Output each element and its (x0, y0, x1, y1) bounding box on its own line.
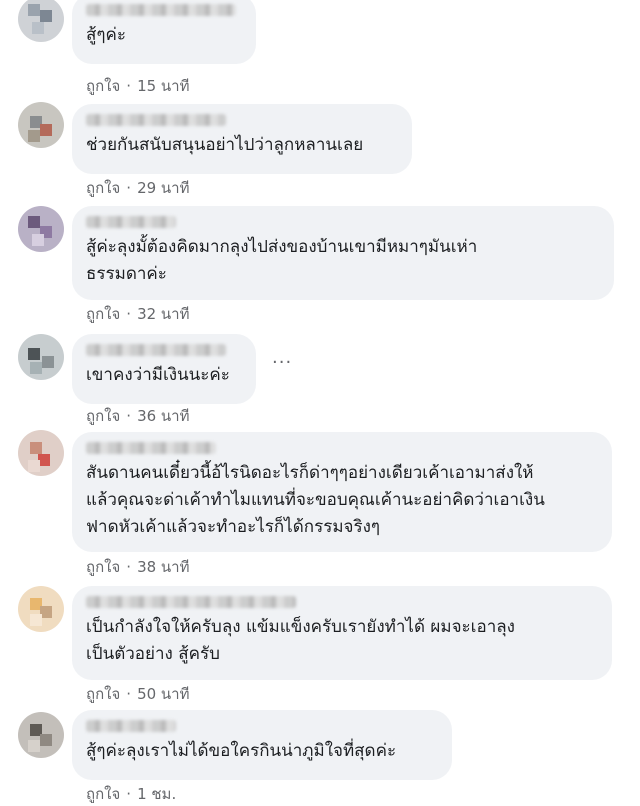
separator: · (126, 407, 132, 425)
separator: · (126, 179, 132, 197)
commenter-name-blurred[interactable] (86, 114, 226, 126)
comment-text: สันดานคนเดี๋ยวนี้อ้ไรนิดอะไรก็ด่าๆๆอย่าง… (86, 463, 545, 537)
separator: · (126, 685, 132, 703)
comment-meta: ถูกใจ · 15 นาที (86, 74, 189, 98)
avatar[interactable] (18, 586, 64, 632)
comment-text: สู้ๆค่ะลุงเราไม่ได้ขอใครกินน่าภูมิใจที่ส… (86, 741, 397, 761)
comment-text: สู้ค่ะลุงมั้ต้องคิดมากลุงไปส่งของบ้านเขา… (86, 237, 478, 284)
comment-bubble: สู้ๆค่ะ (72, 0, 256, 64)
like-link[interactable]: ถูกใจ (86, 77, 120, 95)
separator: · (126, 785, 132, 803)
timestamp[interactable]: 38 นาที (137, 558, 189, 576)
avatar[interactable] (18, 334, 64, 380)
comment-meta: ถูกใจ · 32 นาที (86, 302, 189, 326)
commenter-name-blurred[interactable] (86, 344, 226, 356)
like-link[interactable]: ถูกใจ (86, 305, 120, 323)
comment-meta: ถูกใจ · 1 ชม. (86, 782, 176, 806)
commenter-name-blurred[interactable] (86, 216, 176, 228)
like-link[interactable]: ถูกใจ (86, 179, 120, 197)
comment-bubble: สู้ๆค่ะลุงเราไม่ได้ขอใครกินน่าภูมิใจที่ส… (72, 710, 452, 780)
comment-meta: ถูกใจ · 38 นาที (86, 555, 189, 579)
separator: · (126, 558, 132, 576)
commenter-name-blurred[interactable] (86, 4, 236, 16)
avatar[interactable] (18, 102, 64, 148)
comment-bubble: เขาคงว่ามีเงินนะค่ะ (72, 334, 256, 404)
timestamp[interactable]: 50 นาที (137, 685, 189, 703)
commenter-name-blurred[interactable] (86, 596, 296, 608)
comment-bubble: เป็นกำลังใจให้ครับลุง แข้มแข็งครับเรายัง… (72, 586, 612, 680)
comment-meta: ถูกใจ · 36 นาที (86, 404, 189, 428)
timestamp[interactable]: 36 นาที (137, 407, 189, 425)
timestamp[interactable]: 32 นาที (137, 305, 189, 323)
avatar[interactable] (18, 712, 64, 758)
like-link[interactable]: ถูกใจ (86, 558, 120, 576)
commenter-name-blurred[interactable] (86, 442, 216, 454)
separator: · (126, 305, 132, 323)
comment-text: เขาคงว่ามีเงินนะค่ะ (86, 365, 230, 385)
like-link[interactable]: ถูกใจ (86, 685, 120, 703)
comment-bubble: สู้ค่ะลุงมั้ต้องคิดมากลุงไปส่งของบ้านเขา… (72, 206, 614, 300)
timestamp[interactable]: 1 ชม. (137, 785, 176, 803)
comment-meta: ถูกใจ · 50 นาที (86, 682, 189, 706)
comment-bubble: ช่วยกันสนับสนุนอย่าไปว่าลูกหลานเลย (72, 104, 412, 174)
avatar[interactable] (18, 0, 64, 42)
timestamp[interactable]: 29 นาที (137, 179, 189, 197)
comment-text: เป็นกำลังใจให้ครับลุง แข้มแข็งครับเรายัง… (86, 617, 515, 664)
comment-meta: ถูกใจ · 29 นาที (86, 176, 189, 200)
more-options-icon[interactable]: ··· (272, 352, 292, 373)
commenter-name-blurred[interactable] (86, 720, 176, 732)
comment-text: ช่วยกันสนับสนุนอย่าไปว่าลูกหลานเลย (86, 135, 364, 155)
avatar[interactable] (18, 430, 64, 476)
comment-bubble: สันดานคนเดี๋ยวนี้อ้ไรนิดอะไรก็ด่าๆๆอย่าง… (72, 432, 612, 552)
comment-text: สู้ๆค่ะ (86, 25, 127, 45)
timestamp[interactable]: 15 นาที (137, 77, 189, 95)
like-link[interactable]: ถูกใจ (86, 785, 120, 803)
separator: · (126, 77, 132, 95)
avatar[interactable] (18, 206, 64, 252)
like-link[interactable]: ถูกใจ (86, 407, 120, 425)
